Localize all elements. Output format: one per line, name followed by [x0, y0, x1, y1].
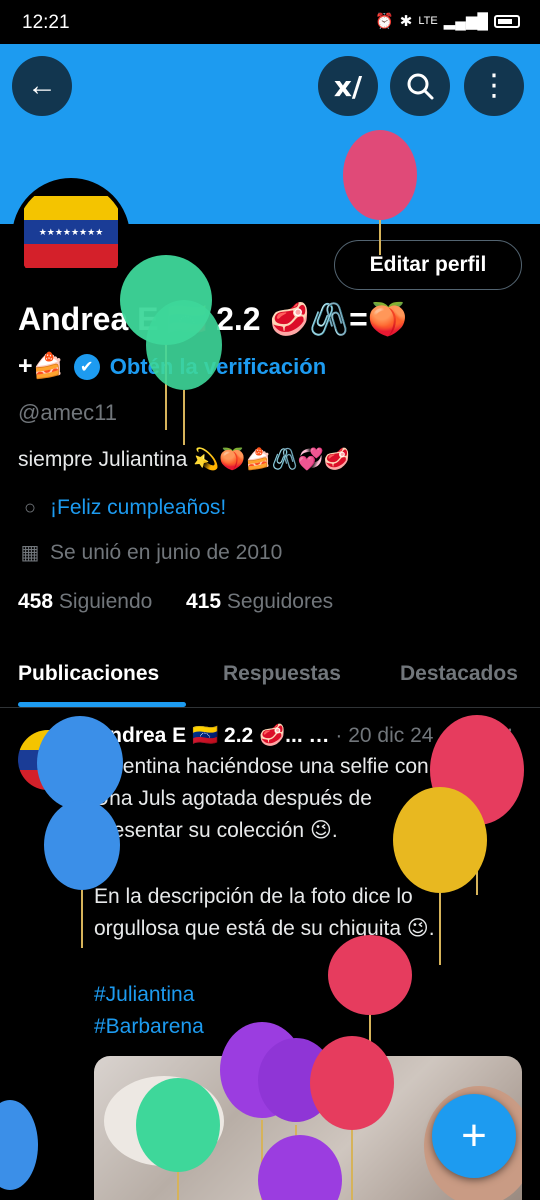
post-text-line: Una Juls agotada después de	[94, 787, 372, 810]
profile-bio: siempre Juliantina 💫🍑🍰🖇️💞🥩	[18, 448, 350, 471]
bluetooth-icon: ✱	[399, 13, 413, 30]
post-text-line: Valentina haciéndose una selfie con	[94, 755, 429, 778]
followers-link[interactable]: 415 Seguidores	[186, 590, 333, 613]
status-time: 12:21	[22, 12, 70, 33]
display-name: Andrea E 🇻🇪 2.2 🥩🖇️=🍑	[18, 301, 408, 337]
venezuela-flag-image: ★★★★★★★★	[24, 196, 118, 268]
active-tab-indicator	[18, 702, 186, 707]
display-name-line2: +🍰	[18, 352, 64, 380]
back-button[interactable]: ←	[12, 56, 72, 116]
follow-stats: 458 Siguiendo 415 Seguidores	[18, 590, 333, 614]
hashtag-link[interactable]: #Juliantina	[94, 983, 194, 1007]
tab-publicaciones[interactable]: Publicaciones	[18, 662, 159, 686]
following-link[interactable]: 458 Siguiendo	[18, 590, 152, 613]
calendar-icon: ▦	[20, 542, 40, 564]
following-count: 458	[18, 590, 54, 613]
post-text-line: orgullosa que está de su chiquita 😉.	[94, 917, 435, 940]
balloon-icon: ○	[23, 496, 37, 519]
edit-profile-button[interactable]: Editar perfil	[334, 240, 522, 290]
hashtag-link[interactable]: #Barbarena	[94, 1015, 204, 1039]
joined-text: Se unió en junio de 2010	[50, 540, 283, 564]
followers-count: 415	[186, 590, 222, 613]
balloon-icon	[120, 255, 212, 430]
tab-respuestas[interactable]: Respuestas	[223, 662, 341, 686]
post-more-icon[interactable]: ⋮	[500, 724, 520, 749]
post-author-avatar[interactable]	[18, 730, 78, 790]
alarm-icon: ⏰	[375, 13, 394, 30]
following-label: Siguiendo	[58, 590, 153, 613]
photo-shape	[104, 1076, 224, 1166]
arrow-left-icon: ←	[27, 69, 57, 102]
network-label: LTE	[418, 15, 438, 27]
search-icon	[407, 73, 434, 100]
username-handle: @amec11	[18, 400, 117, 425]
signal-icon: ▂▄▆█	[443, 13, 488, 30]
get-verified-link[interactable]: Obtén la verificación	[110, 354, 326, 380]
profile-avatar[interactable]: ★★★★★★★★	[12, 178, 130, 296]
followers-label: Seguidores	[226, 590, 334, 613]
more-vertical-icon: ⋮	[479, 69, 509, 102]
search-button[interactable]	[390, 56, 450, 116]
birthday-row: ○ ¡Feliz cumpleaños!	[18, 496, 226, 520]
post-date: · 20 dic 24	[335, 724, 434, 747]
post-text-line: En la descripción de la foto dice lo	[94, 885, 413, 908]
post-header: Andrea E 🇻🇪 2.2 🥩... … · 20 dic 24	[94, 724, 433, 748]
birthday-text[interactable]: ¡Feliz cumpleaños!	[50, 496, 226, 520]
grok-icon: x/	[333, 69, 363, 103]
balloon-icon	[0, 1100, 38, 1190]
tab-destacados[interactable]: Destacados	[400, 662, 518, 686]
status-bar: 12:21 ⏰ ✱ LTE ▂▄▆█	[0, 0, 540, 44]
verified-badge-icon: ✔	[73, 353, 100, 380]
post-author-name[interactable]: Andrea E 🇻🇪 2.2 🥩... …	[94, 724, 330, 747]
plus-icon: +	[461, 1111, 487, 1160]
profile-tabs: Publicaciones Respuestas Destacados	[0, 650, 540, 708]
display-name-cont: +🍰 ✔ Obtén la verificación	[18, 352, 326, 381]
joined-row: ▦ Se unió en junio de 2010	[18, 540, 283, 565]
more-button[interactable]: ⋮	[464, 56, 524, 116]
compose-post-button[interactable]: +	[432, 1094, 516, 1178]
post-text-line: presentar su colección 😉.	[94, 819, 338, 842]
status-icons: ⏰ ✱ LTE ▂▄▆█	[375, 12, 520, 30]
battery-icon	[494, 14, 520, 28]
grok-button[interactable]: x/	[318, 56, 378, 116]
